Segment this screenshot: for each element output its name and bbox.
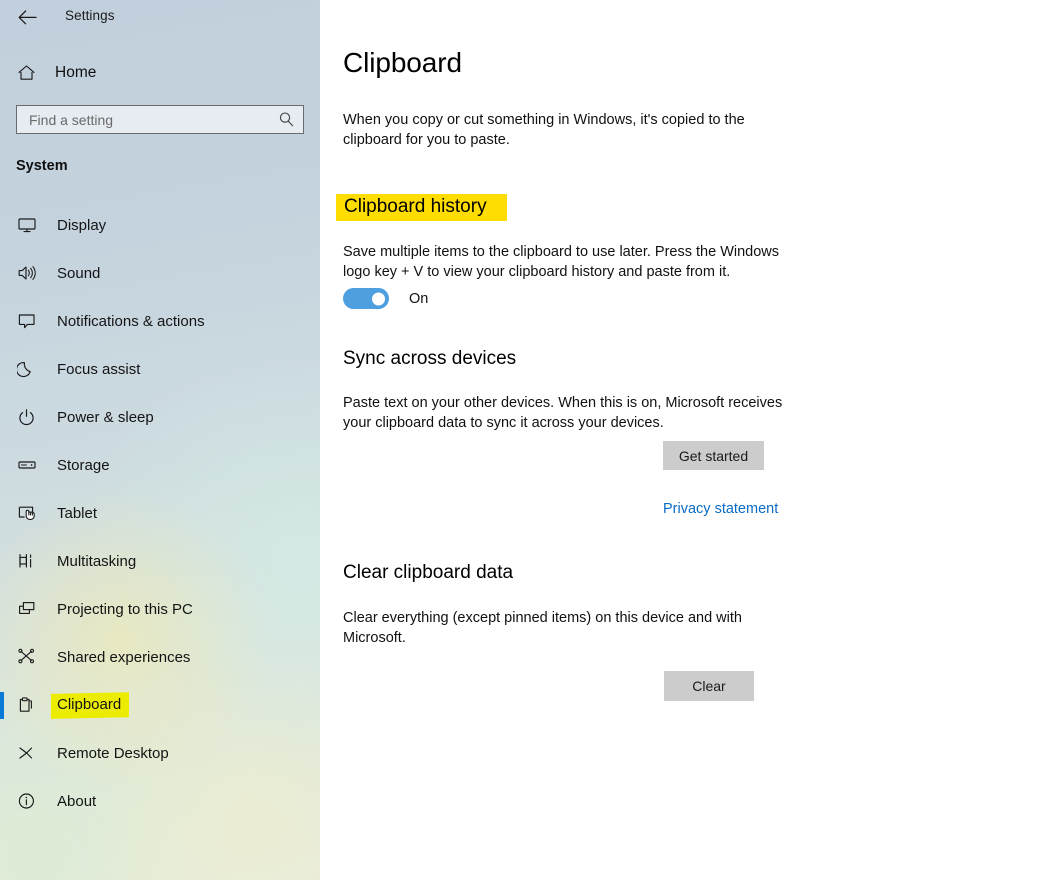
power-icon <box>17 408 43 426</box>
sidebar-home-label: Home <box>55 64 97 81</box>
sidebar-item-clipboard[interactable]: Clipboard <box>0 690 320 720</box>
page-title: Clipboard <box>343 47 462 78</box>
drive-icon <box>17 456 43 474</box>
toggle-state-label: On <box>409 290 429 307</box>
multitasking-icon <box>17 552 43 570</box>
privacy-statement-link[interactable]: Privacy statement <box>663 501 778 517</box>
clipboard-history-toggle-row: On <box>343 288 428 309</box>
sidebar-item-focus-assist[interactable]: Focus assist <box>0 354 320 384</box>
moon-icon <box>17 360 43 378</box>
sidebar: Settings Home Find a setting System Disp… <box>0 0 320 880</box>
clipboard-history-section-header: Clipboard history <box>336 194 507 221</box>
sidebar-item-label: Clipboard <box>57 696 122 713</box>
clipboard-history-toggle[interactable] <box>343 288 389 309</box>
back-arrow-icon <box>18 9 37 24</box>
home-icon <box>17 64 43 82</box>
sidebar-item-label: Storage <box>57 456 110 474</box>
sidebar-item-power-sleep[interactable]: Power & sleep <box>0 402 320 432</box>
sidebar-item-shared-experiences[interactable]: Shared experiences <box>0 642 320 672</box>
app-title: Settings <box>65 8 115 23</box>
main-content: Clipboard When you copy or cut something… <box>320 0 1040 880</box>
sidebar-nav-list: Display Sound Notifications & actions Fo… <box>0 210 320 834</box>
back-button[interactable] <box>12 3 42 31</box>
sidebar-item-about[interactable]: About <box>0 786 320 816</box>
sidebar-item-display[interactable]: Display <box>0 210 320 240</box>
clear-description: Clear everything (except pinned items) o… <box>343 610 742 646</box>
sidebar-item-label: About <box>57 792 97 810</box>
sidebar-item-storage[interactable]: Storage <box>0 450 320 480</box>
shared-nodes-icon <box>17 648 43 666</box>
clipboard-history-description: Save multiple items to the clipboard to … <box>343 244 780 280</box>
monitor-icon <box>17 216 43 234</box>
sidebar-item-label: Multitasking <box>57 552 137 570</box>
title-bar: Settings <box>0 0 320 34</box>
sidebar-item-notifications[interactable]: Notifications & actions <box>0 306 320 336</box>
info-circle-icon <box>17 792 43 810</box>
sidebar-item-home[interactable]: Home <box>0 58 320 88</box>
sidebar-item-label: Power & sleep <box>57 408 154 426</box>
sidebar-group-label: System <box>16 158 68 174</box>
projecting-screens-icon <box>17 600 43 618</box>
notification-balloon-icon <box>17 312 43 330</box>
sidebar-item-label: Focus assist <box>57 360 141 378</box>
sync-description: Paste text on your other devices. When t… <box>343 395 783 431</box>
sidebar-item-label: Notifications & actions <box>57 312 205 330</box>
sidebar-item-label: Shared experiences <box>57 648 191 666</box>
sidebar-item-label: Tablet <box>57 504 98 522</box>
sidebar-item-remote-desktop[interactable]: Remote Desktop <box>0 738 320 768</box>
search-icon[interactable] <box>278 111 295 128</box>
toggle-knob <box>372 292 385 305</box>
search-placeholder: Find a setting <box>29 111 114 128</box>
sidebar-clipboard-label-wrap: Clipboard <box>51 692 130 719</box>
section-heading-clear: Clear clipboard data <box>343 562 514 583</box>
sidebar-item-label: Sound <box>57 264 101 282</box>
sidebar-item-label: Remote Desktop <box>57 744 169 762</box>
sidebar-item-projecting[interactable]: Projecting to this PC <box>0 594 320 624</box>
search-input[interactable]: Find a setting <box>16 105 304 134</box>
sidebar-item-label: Projecting to this PC <box>57 600 193 618</box>
sidebar-item-multitasking[interactable]: Multitasking <box>0 546 320 576</box>
remote-desktop-icon <box>17 744 43 762</box>
clear-button[interactable]: Clear <box>664 671 754 701</box>
settings-window: Settings Home Find a setting System Disp… <box>0 0 1040 880</box>
sidebar-item-sound[interactable]: Sound <box>0 258 320 288</box>
sidebar-item-tablet[interactable]: Tablet <box>0 498 320 528</box>
sidebar-item-label: Display <box>57 216 107 234</box>
tablet-hand-icon <box>17 504 43 522</box>
get-started-button[interactable]: Get started <box>663 441 764 470</box>
intro-text: When you copy or cut something in Window… <box>343 112 745 148</box>
speaker-icon <box>17 264 43 282</box>
section-heading: Clipboard history <box>344 196 487 217</box>
selection-indicator <box>0 692 4 719</box>
clipboard-icon <box>17 696 43 714</box>
section-heading-sync: Sync across devices <box>343 348 517 369</box>
